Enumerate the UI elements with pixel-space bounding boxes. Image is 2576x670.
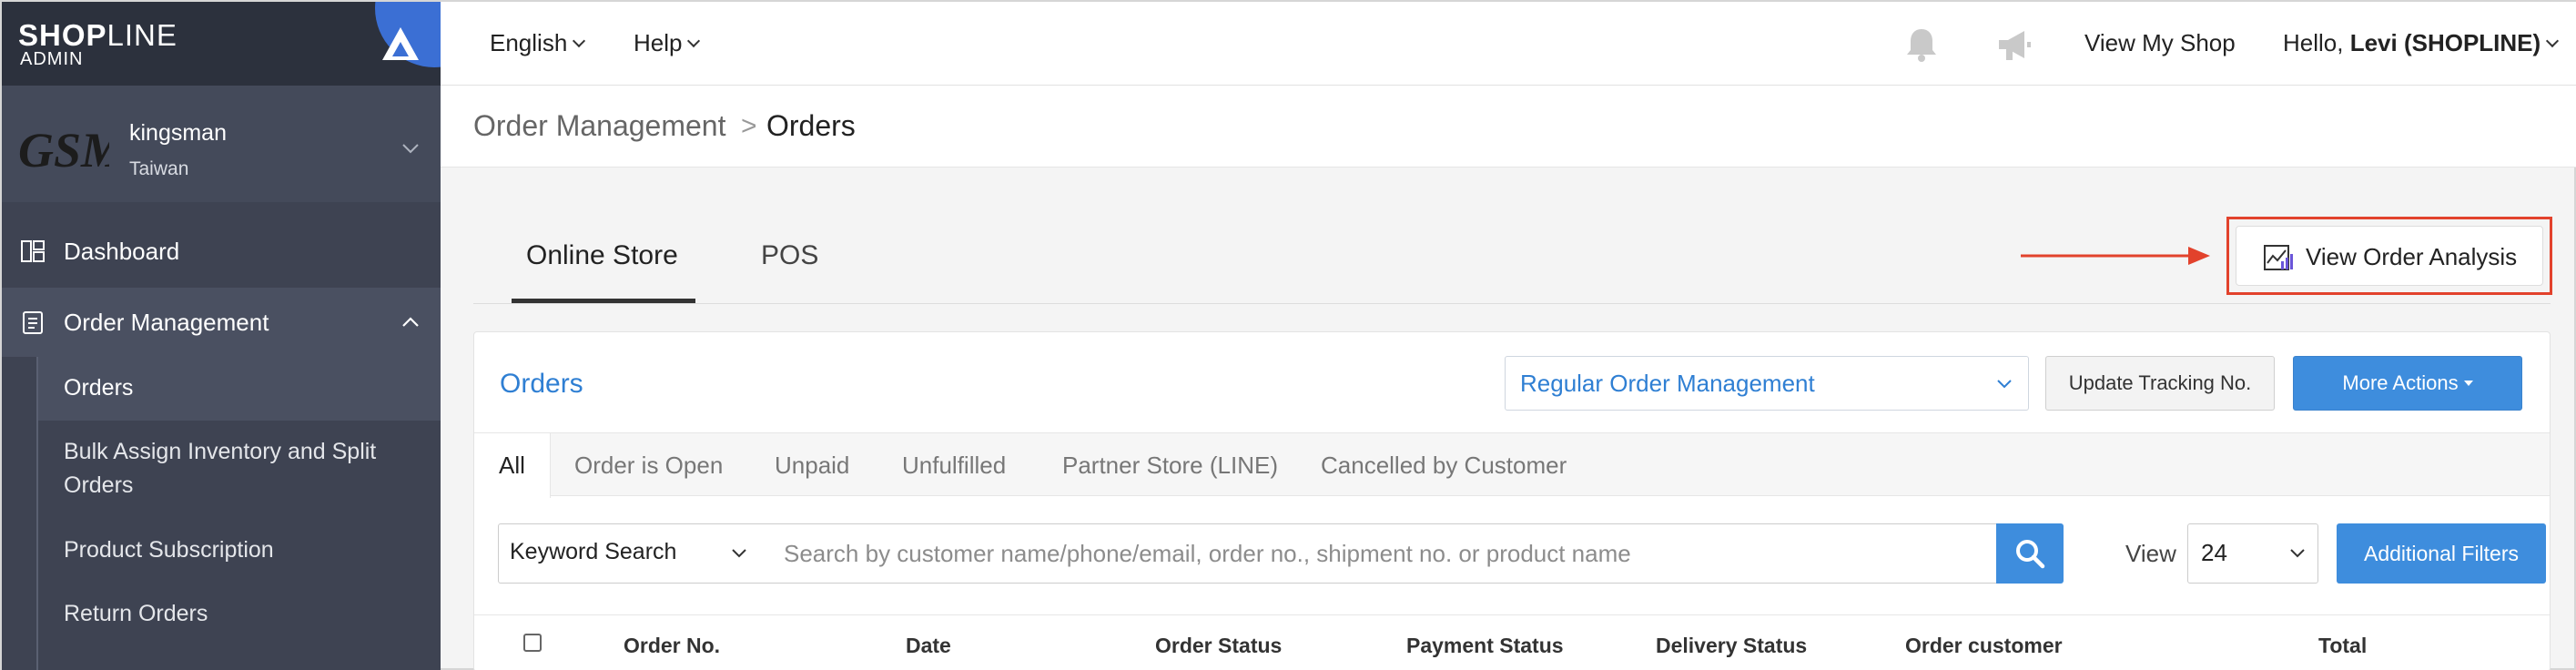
subnav-guide-line (36, 357, 38, 670)
logo-bold-text: SHOP (18, 18, 107, 52)
search-type-select[interactable]: Keyword Search (498, 523, 762, 584)
more-actions-button[interactable]: More Actions (2293, 356, 2522, 411)
orders-table-header: Order No. Date Order Status Payment Stat… (474, 614, 2550, 670)
brand-bar: SHOPLINE ADMIN (2, 2, 441, 86)
shopline-mark-icon (382, 27, 419, 60)
user-name: Levi (SHOPLINE) (2349, 29, 2541, 56)
store-region: Taiwan (129, 158, 189, 179)
chevron-down-icon (2546, 34, 2560, 48)
breadcrumb-current: Orders (766, 109, 856, 142)
sidebar-item-bulk-assign-inventory[interactable]: Bulk Assign Inventory and Split Orders (64, 435, 419, 502)
language-dropdown[interactable]: English (490, 29, 586, 57)
column-header-order-status[interactable]: Order Status (1155, 634, 1282, 658)
help-label: Help (634, 29, 683, 56)
shopline-logo[interactable]: SHOPLINE (18, 18, 177, 53)
sidebar-item-orders[interactable]: Orders (64, 371, 419, 405)
sidebar-item-label: Dashboard (64, 237, 180, 265)
greeting-text: Hello, (2283, 29, 2350, 56)
column-header-date[interactable]: Date (906, 634, 951, 658)
sidebar: SHOPLINE ADMIN GSM kingsman Taiwan Dashb… (2, 2, 441, 670)
pointer-arrow-icon (2021, 247, 2210, 265)
order-management-subnav: Orders Bulk Assign Inventory and Split O… (2, 357, 441, 670)
column-header-delivery-status[interactable]: Delivery Status (1656, 634, 1807, 658)
analytics-chart-icon (2264, 245, 2293, 270)
view-order-analysis-button[interactable]: View Order Analysis (2236, 226, 2543, 286)
bell-icon[interactable] (1901, 24, 1942, 66)
megaphone-icon[interactable] (1993, 24, 2035, 66)
tab-online-store[interactable]: Online Store (526, 240, 678, 271)
search-input[interactable] (760, 523, 1998, 584)
page-size-select[interactable]: 24 (2187, 523, 2318, 584)
view-order-analysis-label: View Order Analysis (2306, 243, 2518, 270)
language-label: English (490, 29, 568, 56)
active-tab-indicator (512, 299, 695, 303)
tab-all[interactable]: All (474, 433, 551, 498)
update-tracking-button[interactable]: Update Tracking No. (2045, 356, 2275, 411)
chevron-down-icon (687, 34, 701, 48)
sidebar-item-label: Order Management (64, 308, 269, 336)
tab-pos[interactable]: POS (761, 240, 818, 271)
additional-filters-button[interactable]: Additional Filters (2337, 523, 2546, 584)
tab-partner-store[interactable]: Partner Store (LINE) (1062, 433, 1278, 497)
sidebar-item-return-orders[interactable]: Return Orders (64, 597, 419, 631)
logo-thin-text: LINE (106, 18, 177, 52)
panel-title: Orders (500, 369, 583, 399)
column-header-total[interactable]: Total (2318, 634, 2367, 658)
chevron-down-icon (732, 549, 746, 558)
caret-down-icon (2463, 381, 2473, 386)
tab-unfulfilled[interactable]: Unfulfilled (902, 433, 1006, 497)
chevron-down-icon (1997, 380, 2012, 389)
chevron-down-icon (573, 34, 586, 48)
chevron-up-icon[interactable] (399, 310, 422, 334)
search-type-value: Keyword Search (510, 539, 677, 564)
view-label: View (2125, 540, 2176, 567)
order-management-type-select[interactable]: Regular Order Management (1505, 356, 2029, 411)
sidebar-item-product-subscription[interactable]: Product Subscription (64, 533, 419, 567)
user-menu[interactable]: Hello, Levi (SHOPLINE) (2283, 29, 2560, 57)
chevron-down-icon (402, 144, 419, 154)
breadcrumb-parent[interactable]: Order Management (473, 109, 725, 143)
top-bar: English Help View My Shop Hello, Levi (S… (441, 2, 2576, 86)
tab-unpaid[interactable]: Unpaid (775, 433, 849, 497)
logo-subtitle: ADMIN (20, 49, 84, 69)
store-name: kingsman (129, 120, 227, 146)
clipboard-icon (23, 311, 43, 334)
breadcrumb: Order Management > Orders (441, 86, 2576, 168)
column-header-payment-status[interactable]: Payment Status (1406, 634, 1564, 658)
help-dropdown[interactable]: Help (634, 29, 701, 57)
view-my-shop-link[interactable]: View My Shop (2084, 29, 2236, 57)
orders-panel: Orders Regular Order Management Update T… (473, 331, 2551, 670)
store-logo: GSM (18, 123, 109, 178)
column-header-order-customer[interactable]: Order customer (1905, 634, 2063, 658)
select-all-checkbox[interactable] (523, 634, 542, 652)
column-header-order-no[interactable]: Order No. (624, 634, 720, 658)
tab-order-is-open[interactable]: Order is Open (574, 433, 723, 497)
sidebar-item-order-management[interactable]: Order Management (2, 288, 441, 357)
order-status-tabs: All Order is Open Unpaid Unfulfilled Par… (474, 432, 2550, 498)
sidebar-item-dashboard[interactable]: Dashboard (2, 217, 441, 286)
page-size-value: 24 (2201, 539, 2227, 566)
tab-cancelled-by-customer[interactable]: Cancelled by Customer (1321, 433, 1567, 497)
search-button[interactable] (1996, 523, 2064, 584)
more-actions-label: More Actions (2342, 371, 2459, 394)
dashboard-icon (21, 240, 45, 262)
store-switcher[interactable]: GSM kingsman Taiwan (2, 86, 441, 202)
breadcrumb-separator: > (741, 111, 757, 141)
search-icon (2016, 540, 2045, 569)
chevron-down-icon (2290, 549, 2305, 558)
selected-option: Regular Order Management (1520, 370, 1815, 397)
